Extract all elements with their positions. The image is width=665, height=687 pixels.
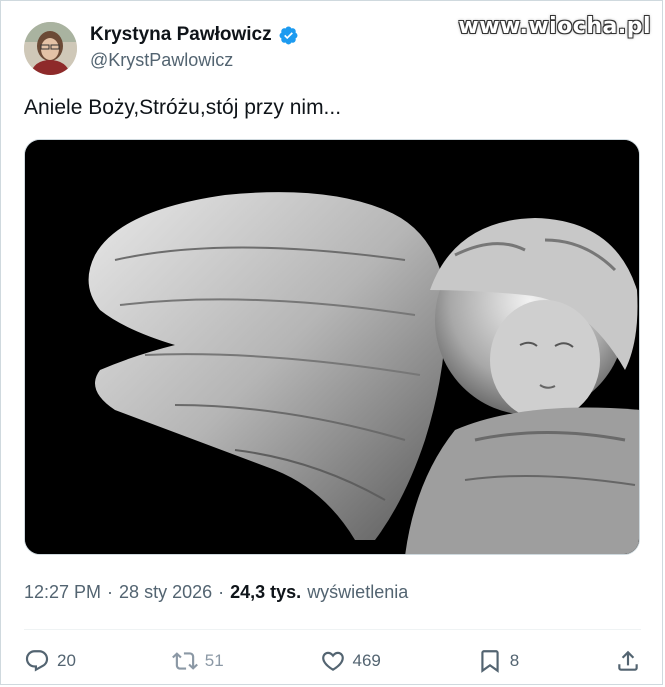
divider (24, 629, 641, 630)
bookmark-count: 8 (509, 651, 520, 670)
tweet-time[interactable]: 12:27 PM (24, 582, 101, 603)
share-button[interactable] (615, 648, 641, 674)
avatar[interactable] (24, 22, 77, 75)
repost-count: 51 (204, 651, 224, 670)
author-handle[interactable]: @KrystPawlowicz (90, 50, 233, 71)
tweet-text: Aniele Boży,Stróżu,stój przy nim... (24, 96, 342, 119)
verified-badge-icon (278, 25, 299, 46)
like-button[interactable]: 469 (320, 648, 381, 674)
author-name[interactable]: Krystyna Pawłowicz (90, 24, 272, 46)
tweet-meta: 12:27 PM · 28 sty 2026 · 24,3 tys. wyświ… (24, 582, 408, 603)
repost-icon (171, 652, 198, 670)
action-bar: 20 51 469 8 (24, 644, 641, 678)
reply-count: 20 (57, 651, 76, 670)
heart-icon (321, 651, 344, 671)
meta-separator: · (218, 582, 225, 602)
share-icon (618, 650, 638, 671)
views-label: wyświetlenia (307, 582, 409, 602)
bookmark-button[interactable]: 8 (477, 648, 519, 674)
tweet-image[interactable] (24, 139, 640, 555)
angel-statue-image (25, 140, 639, 554)
watermark: www.wiocha.pl (458, 14, 651, 39)
bookmark-icon (481, 650, 499, 673)
reply-icon (25, 650, 49, 672)
views-count: 24,3 tys. (230, 582, 302, 602)
like-count: 469 (352, 651, 381, 670)
meta-separator: · (107, 582, 114, 602)
author-row: Krystyna Pawłowicz (90, 24, 299, 46)
avatar-image (24, 22, 77, 75)
reply-button[interactable]: 20 (24, 648, 76, 674)
tweet-date[interactable]: 28 sty 2026 (119, 582, 212, 603)
repost-button[interactable]: 51 (171, 648, 224, 674)
